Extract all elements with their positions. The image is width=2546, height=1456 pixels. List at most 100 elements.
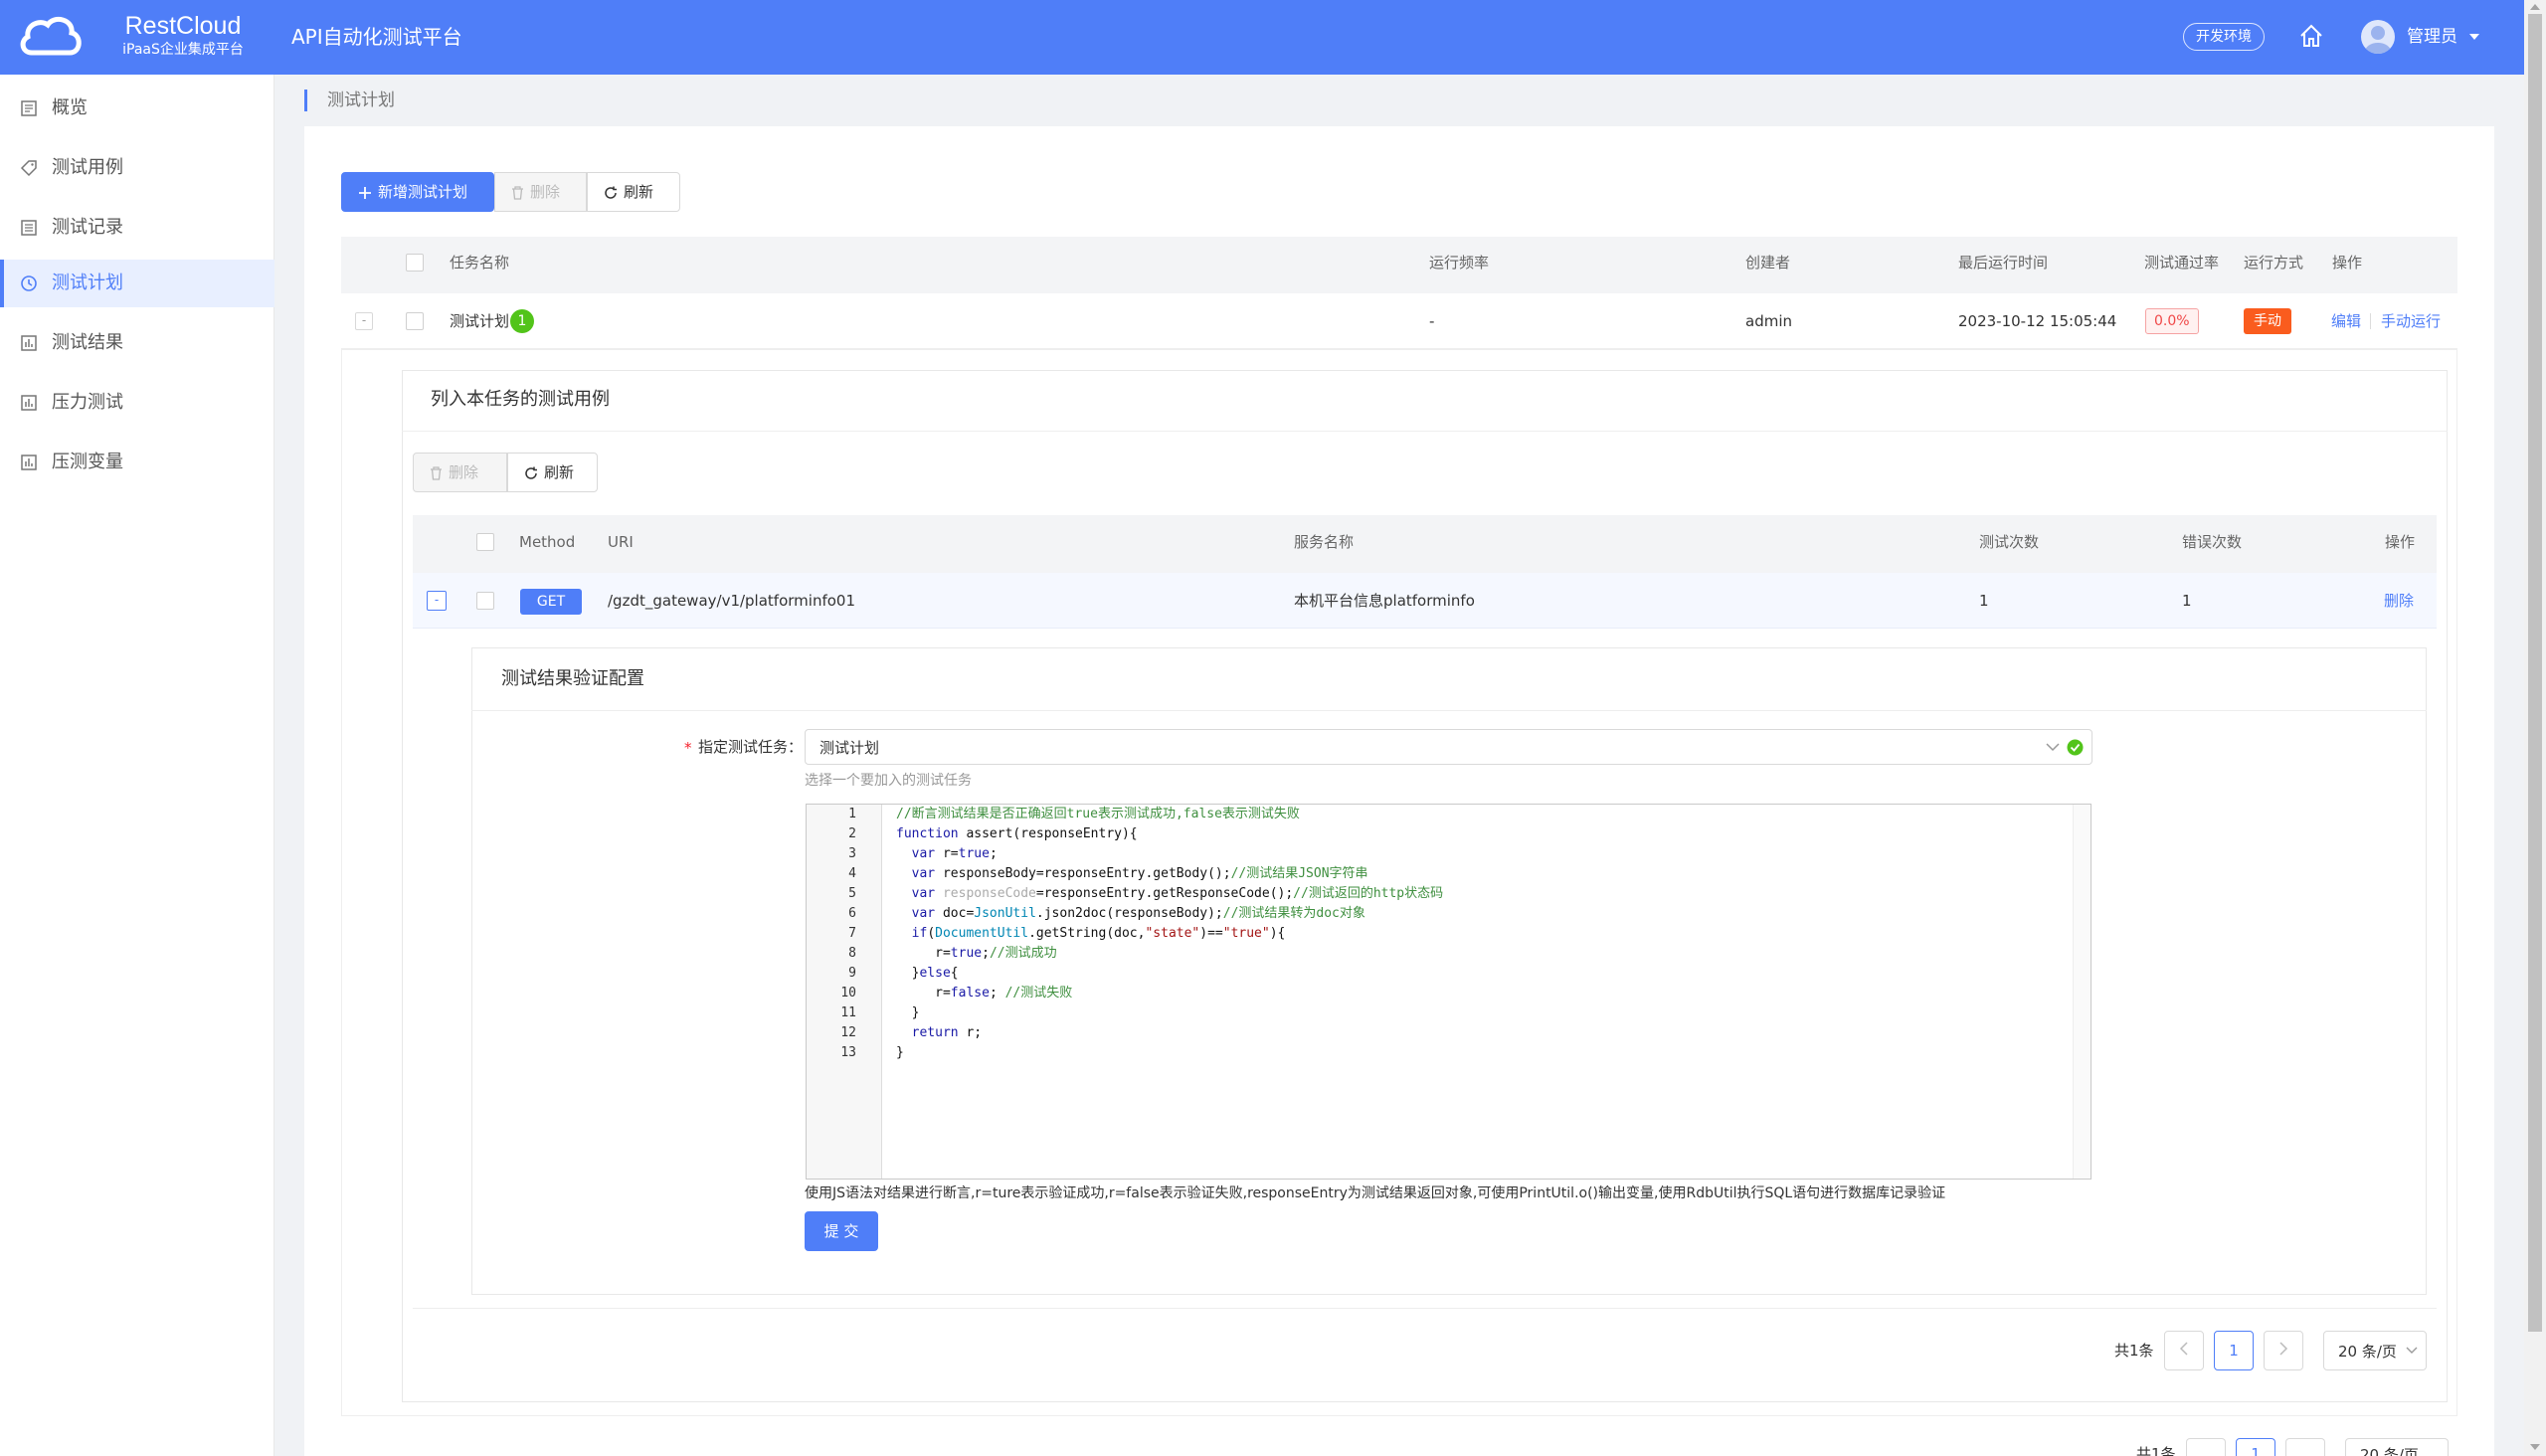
line-number: 13 xyxy=(840,1045,856,1060)
add-plan-button[interactable]: 新增测试计划 xyxy=(341,172,494,212)
outer-page-button[interactable]: 1 xyxy=(2236,1438,2275,1456)
sidebar-item-label: 测试记录 xyxy=(52,217,123,238)
col-name: 任务名称 xyxy=(450,254,510,272)
inner-prev-button[interactable] xyxy=(2164,1331,2204,1370)
home-icon[interactable] xyxy=(2297,22,2325,50)
task-label: 指定测试任务： xyxy=(698,738,804,756)
line-number: 3 xyxy=(848,846,856,861)
plan-creator: admin xyxy=(1745,312,1792,330)
edit-link[interactable]: 编辑 xyxy=(2331,311,2361,331)
refresh-button[interactable]: 刷新 xyxy=(587,172,680,212)
select-all-checkbox[interactable] xyxy=(406,254,424,272)
outer-page-size-select[interactable]: 20 条/页 xyxy=(2345,1438,2449,1456)
avatar[interactable] xyxy=(2361,20,2395,54)
col-last-run: 最后运行时间 xyxy=(1958,254,2049,272)
refresh-icon xyxy=(525,466,537,479)
sidebar-item-stress-test[interactable]: 压力测试 xyxy=(0,379,274,427)
cases-card-header xyxy=(402,370,2448,432)
sidebar-item-test-plan[interactable]: 测试计划 xyxy=(0,260,274,307)
code-line: //断言测试结果是否正确返回true表示测试成功,false表示测试失败 xyxy=(896,807,1300,821)
code-editor[interactable]: 1 2 3 4 5 6 7 8 9 10 11 12 13 //断言测试结果是否… xyxy=(806,804,2091,1180)
cases-select-all-checkbox[interactable] xyxy=(476,533,494,551)
scroll-up-icon[interactable] xyxy=(2530,4,2540,10)
inner-page-button[interactable]: 1 xyxy=(2214,1331,2254,1370)
sidebar-item-test-cases[interactable]: 测试用例 xyxy=(0,144,274,192)
case-delete-link[interactable]: 删除 xyxy=(2384,591,2414,611)
check-circle-icon xyxy=(2067,739,2084,756)
refresh-icon xyxy=(605,186,617,199)
task-hint: 选择一个要加入的测试任务 xyxy=(805,773,972,789)
required-mark: * xyxy=(684,739,692,757)
outer-next-button[interactable] xyxy=(2285,1438,2325,1456)
delete-label: 删除 xyxy=(530,183,561,201)
row-checkbox[interactable] xyxy=(406,312,424,330)
code-scrollbar[interactable] xyxy=(2073,805,2091,1179)
line-number: 5 xyxy=(848,886,856,901)
scroll-thumb[interactable] xyxy=(2528,14,2542,1332)
verify-card-title: 测试结果验证配置 xyxy=(501,668,644,689)
expand-case-button[interactable]: - xyxy=(427,591,447,611)
variable-icon xyxy=(21,455,37,470)
user-menu[interactable]: 管理员 xyxy=(2407,22,2480,52)
task-select-value: 测试计划 xyxy=(819,739,880,757)
col-pass-rate: 测试通过率 xyxy=(2144,254,2220,272)
col-frequency: 运行频率 xyxy=(1429,254,1490,272)
cases-table-header xyxy=(413,515,2437,573)
sidebar-item-test-results[interactable]: 测试结果 xyxy=(0,319,274,367)
chevron-right-icon xyxy=(2279,1342,2288,1356)
chevron-down-icon xyxy=(2046,743,2060,752)
case-test-count: 1 xyxy=(1979,592,1989,610)
outer-total: 共1条 xyxy=(2136,1445,2176,1456)
manual-run-link[interactable]: 手动运行 xyxy=(2381,311,2441,331)
sidebar: 概览 测试用例 测试记录 测试计划 测试结果 压力测试 压测变量 xyxy=(0,75,274,1456)
env-badge[interactable]: 开发环境 xyxy=(2183,23,2265,51)
dashboard-icon xyxy=(21,100,37,116)
code-line: if(DocumentUtil.getString(doc,"state")==… xyxy=(911,926,1286,941)
code-line: r=false; //测试失败 xyxy=(896,986,1073,1001)
sidebar-item-label: 测试计划 xyxy=(52,273,123,293)
code-line: var responseCode=responseEntry.getRespon… xyxy=(911,886,1444,901)
delete-button[interactable]: 删除 xyxy=(494,172,587,212)
code-line: return r; xyxy=(911,1025,983,1040)
sidebar-item-stress-variables[interactable]: 压测变量 xyxy=(0,439,274,486)
inner-next-button[interactable] xyxy=(2264,1331,2303,1370)
brand-subtitle: iPaaS企业集成平台 xyxy=(122,42,244,58)
method-badge: GET xyxy=(520,589,582,615)
trash-icon xyxy=(512,186,523,200)
code-line: function assert(responseEntry){ xyxy=(896,826,1138,841)
line-number: 9 xyxy=(848,966,856,981)
line-number: 1 xyxy=(848,807,856,821)
add-plan-label: 新增测试计划 xyxy=(378,183,468,201)
sidebar-item-label: 概览 xyxy=(52,97,88,118)
page-scrollbar[interactable] xyxy=(2524,0,2546,1456)
sidebar-item-label: 压测变量 xyxy=(52,452,123,472)
cases-card-title: 列入本任务的测试用例 xyxy=(431,389,610,410)
top-header: RestCloud iPaaS企业集成平台 API自动化测试平台 开发环境 管理… xyxy=(0,0,2524,75)
code-line: var responseBody=responseEntry.getBody()… xyxy=(911,866,1368,881)
inner-page-size: 20 条/页 xyxy=(2338,1343,2397,1361)
sidebar-item-test-records[interactable]: 测试记录 xyxy=(0,204,274,252)
scroll-down-icon[interactable] xyxy=(2530,1444,2540,1450)
expand-row-button[interactable]: - xyxy=(355,312,373,330)
submit-button[interactable]: 提 交 xyxy=(805,1211,878,1251)
cases-refresh-label: 刷新 xyxy=(544,463,575,481)
col-creator: 创建者 xyxy=(1745,254,1791,272)
task-select[interactable]: 测试计划 xyxy=(805,729,2092,765)
col-run-mode: 运行方式 xyxy=(2244,254,2304,272)
inner-page-size-select[interactable]: 20 条/页 xyxy=(2323,1331,2427,1370)
case-row-checkbox[interactable] xyxy=(476,592,494,610)
breadcrumb: 测试计划 xyxy=(304,90,395,111)
outer-prev-button[interactable] xyxy=(2186,1438,2226,1456)
case-error-count: 1 xyxy=(2182,592,2192,610)
brand[interactable]: RestCloud iPaaS企业集成平台 xyxy=(103,12,263,60)
table-row[interactable] xyxy=(341,293,2457,349)
line-number: 10 xyxy=(840,986,856,1001)
line-number: 6 xyxy=(848,906,856,921)
user-avatar-icon xyxy=(2365,26,2391,54)
cases-refresh-button[interactable]: 刷新 xyxy=(507,453,598,492)
sidebar-item-overview[interactable]: 概览 xyxy=(0,85,274,132)
case-uri: /gzdt_gateway/v1/platforminfo01 xyxy=(608,592,855,610)
cases-delete-button[interactable]: 删除 xyxy=(413,453,507,492)
col-method: Method xyxy=(519,533,576,551)
app-title: API自动化测试平台 xyxy=(291,25,462,49)
